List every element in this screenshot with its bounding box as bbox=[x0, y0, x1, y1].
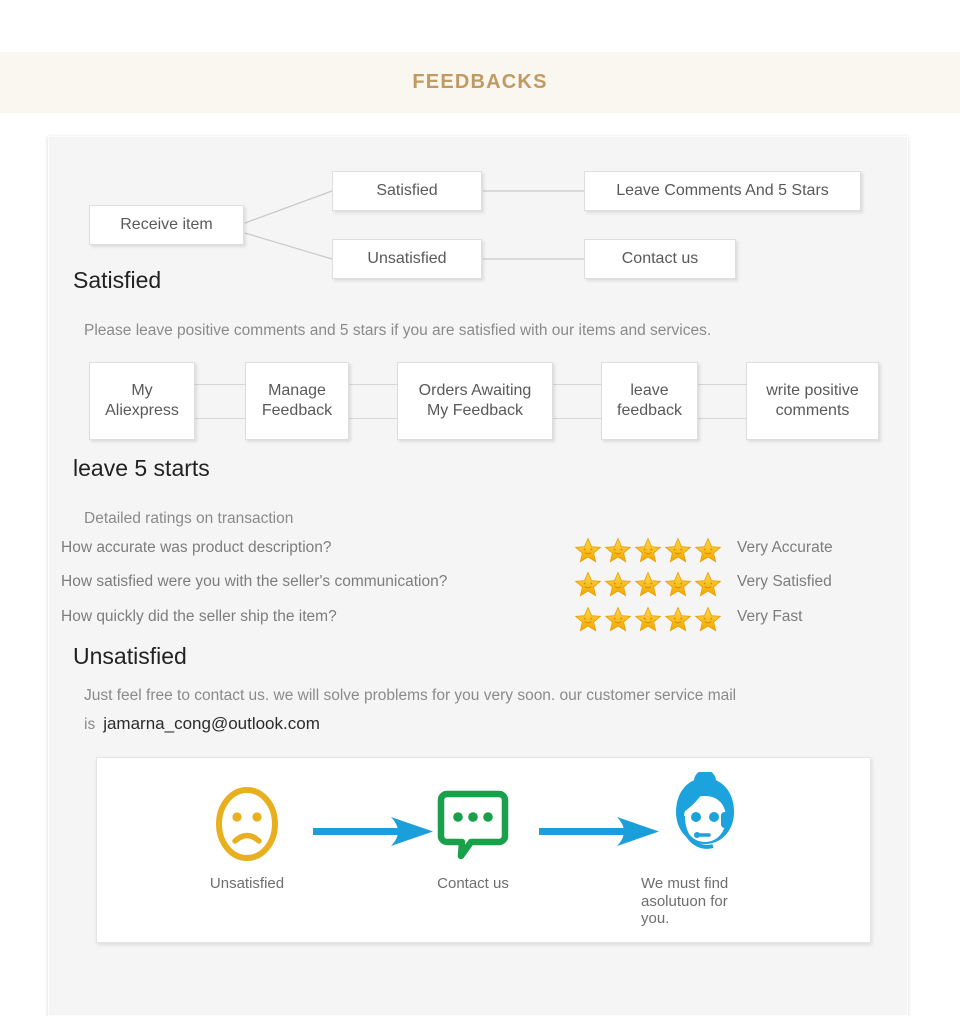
feedback-panel: Receive item Satisfied Unsatisfied Leave… bbox=[48, 136, 908, 1016]
unsatisfied-paragraph: Just feel free to contact us. we will so… bbox=[84, 682, 884, 739]
step-connector bbox=[195, 384, 245, 385]
star-icon bbox=[574, 537, 602, 563]
star-icon bbox=[694, 571, 722, 597]
step-box-my-aliexpress[interactable]: My Aliexpress bbox=[89, 362, 195, 440]
rating-question: How accurate was product description? bbox=[61, 539, 332, 556]
illustration-item-unsatisfied: Unsatisfied bbox=[187, 784, 307, 893]
step-box-orders-awaiting-label: Orders Awaiting My Feedback bbox=[418, 382, 532, 419]
rating-question: How quickly did the seller ship the item… bbox=[61, 608, 337, 625]
unsatisfied-heading: Unsatisfied bbox=[73, 643, 187, 669]
step-box-leave-feedback[interactable]: leave feedback bbox=[601, 362, 698, 440]
step-connector bbox=[553, 418, 601, 419]
chat-bubble-icon bbox=[437, 790, 509, 860]
contact-email[interactable]: jamarna_cong@outlook.com bbox=[103, 714, 320, 733]
step-connector bbox=[349, 418, 397, 419]
decision-flow-diagram: Receive item Satisfied Unsatisfied Leave… bbox=[49, 137, 909, 279]
illustration-caption: Contact us bbox=[437, 875, 509, 892]
flow-box-receive-item[interactable]: Receive item bbox=[89, 205, 244, 245]
flow-box-leave-comments-label: Leave Comments And 5 Stars bbox=[616, 182, 829, 199]
star-icon bbox=[574, 571, 602, 597]
step-connector bbox=[698, 384, 746, 385]
step-connector bbox=[698, 418, 746, 419]
illustration-caption: Unsatisfied bbox=[209, 875, 285, 892]
step-connector bbox=[553, 384, 601, 385]
flow-box-satisfied-label: Satisfied bbox=[376, 182, 438, 199]
feedback-steps-flow: My Aliexpress Manage Feedback Orders Awa… bbox=[89, 362, 879, 440]
rating-row: How quickly did the seller ship the item… bbox=[61, 605, 871, 633]
satisfied-paragraph: Please leave positive comments and 5 sta… bbox=[84, 322, 712, 339]
star-icon bbox=[604, 571, 632, 597]
flow-box-unsatisfied-label: Unsatisfied bbox=[367, 250, 447, 267]
step-connector bbox=[349, 384, 397, 385]
ratings-subtitle: Detailed ratings on transaction bbox=[84, 510, 294, 527]
flow-box-unsatisfied[interactable]: Unsatisfied bbox=[332, 239, 482, 279]
flow-box-satisfied[interactable]: Satisfied bbox=[332, 171, 482, 211]
rating-label: Very Accurate bbox=[737, 539, 833, 556]
star-icon bbox=[604, 606, 632, 632]
rating-row: How accurate was product description? Ve… bbox=[61, 536, 871, 564]
rating-row: How satisfied were you with the seller's… bbox=[61, 570, 871, 598]
step-box-manage-feedback-label: Manage Feedback bbox=[261, 382, 333, 419]
star-icon bbox=[664, 571, 692, 597]
star-icon bbox=[694, 537, 722, 563]
sad-face-icon bbox=[216, 787, 278, 861]
star-icon bbox=[604, 537, 632, 563]
step-box-manage-feedback[interactable]: Manage Feedback bbox=[245, 362, 349, 440]
rating-question: How satisfied were you with the seller's… bbox=[61, 573, 448, 590]
star-icon bbox=[634, 537, 662, 563]
step-box-write-comments-label: write positive comments bbox=[766, 382, 859, 419]
rating-label: Very Fast bbox=[737, 608, 803, 625]
flow-box-leave-comments[interactable]: Leave Comments And 5 Stars bbox=[584, 171, 861, 211]
rating-stars[interactable] bbox=[574, 605, 722, 633]
rating-stars[interactable] bbox=[574, 570, 722, 598]
illustration-item-contact-us: Contact us bbox=[413, 784, 533, 893]
star-icon bbox=[694, 606, 722, 632]
flow-box-receive-item-label: Receive item bbox=[120, 216, 213, 233]
star-icon bbox=[664, 537, 692, 563]
star-icon bbox=[664, 606, 692, 632]
star-icon bbox=[634, 571, 662, 597]
step-box-my-aliexpress-label: My Aliexpress bbox=[105, 382, 179, 419]
ratings-heading: leave 5 starts bbox=[73, 455, 210, 481]
star-icon bbox=[634, 606, 662, 632]
rating-stars[interactable] bbox=[574, 536, 722, 564]
page-header: FEEDBACKS bbox=[0, 52, 960, 113]
illustration-caption: We must find asolutuon for you. bbox=[641, 875, 729, 928]
support-illustration-card: Unsatisfied Contact us We must find asol… bbox=[96, 757, 871, 943]
illustration-item-support-agent: We must find asolutuon for you. bbox=[637, 770, 773, 928]
step-connector bbox=[195, 418, 245, 419]
step-box-write-comments[interactable]: write positive comments bbox=[746, 362, 879, 440]
rating-label: Very Satisfied bbox=[737, 573, 832, 590]
support-agent-icon bbox=[676, 770, 734, 849]
satisfied-heading: Satisfied bbox=[73, 267, 162, 293]
page-title: FEEDBACKS bbox=[412, 71, 548, 93]
step-box-leave-feedback-label: leave feedback bbox=[617, 382, 682, 419]
flow-box-contact-us[interactable]: Contact us bbox=[584, 239, 736, 279]
flow-box-contact-us-label: Contact us bbox=[621, 250, 699, 267]
step-box-orders-awaiting[interactable]: Orders Awaiting My Feedback bbox=[397, 362, 553, 440]
star-icon bbox=[574, 606, 602, 632]
